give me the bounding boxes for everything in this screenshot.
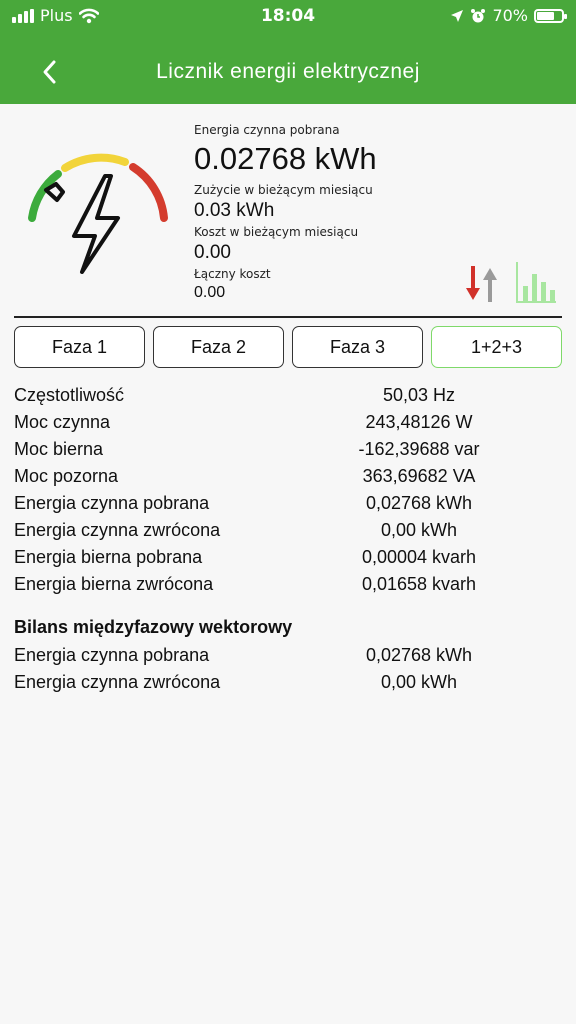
month-cost-value: 0.00	[194, 242, 231, 263]
param-value: 0,02768 kWh	[365, 493, 473, 513]
param-label: Moc pozorna	[14, 466, 119, 486]
page-title: Licznik energii elektrycznej	[156, 60, 420, 83]
param-value: 363,69682 VA	[362, 466, 476, 486]
month-cost-label: Koszt w bieżącym miesiącu	[194, 225, 359, 239]
parameters-list: Częstotliwość 50,03 Hz Moc czynna 243,4812…	[14, 382, 562, 696]
battery-fill	[537, 11, 554, 20]
status-bar: Plus 18:04 70%	[0, 0, 576, 32]
param-value: 0,02768 kWh	[365, 645, 473, 665]
param-value: 0,00 kWh	[380, 672, 458, 692]
param-row: Moc czynna 243,48126 W	[14, 409, 562, 436]
active-energy-value: 0.02768 kWh	[194, 141, 377, 176]
param-label: Energia czynna zwrócona	[14, 672, 221, 692]
divider	[14, 316, 562, 318]
param-label: Energia bierna pobrana	[14, 547, 203, 567]
month-usage-value: 0.03 kWh	[194, 200, 275, 221]
location-arrow-icon	[451, 9, 464, 22]
nav-bar: Licznik energii elektrycznej	[0, 32, 576, 104]
param-label: Energia czynna pobrana	[14, 645, 210, 665]
param-row: Moc pozorna 363,69682 VA	[14, 463, 562, 490]
param-row: Energia czynna pobrana 0,02768 kWh	[14, 490, 562, 517]
balance-row: Energia czynna zwrócona 0,00 kWh	[14, 669, 562, 696]
active-energy-label: Energia czynna pobrana	[194, 123, 340, 137]
status-right: 70%	[450, 6, 567, 25]
tab-faza-3[interactable]: Faza 3	[292, 326, 423, 368]
param-value: 0,01658 kvarh	[361, 574, 477, 594]
balance-row: Energia czynna pobrana 0,02768 kWh	[14, 642, 562, 669]
bar-chart-icon[interactable]	[514, 260, 558, 304]
param-value: 0,00 kWh	[380, 520, 458, 540]
param-label: Częstotliwość	[14, 385, 125, 405]
param-value: 50,03 Hz	[382, 385, 456, 405]
param-row: Energia czynna zwrócona 0,00 kWh	[14, 517, 562, 544]
meter-summary-card: Energia czynna pobrana 0.02768 kWh Zużyc…	[0, 104, 576, 314]
param-value: 243,48126 W	[365, 412, 473, 432]
param-label: Moc bierna	[14, 439, 104, 459]
summary-block: Energia czynna pobrana 0.02768 kWh Zużyc…	[194, 122, 454, 304]
battery-percent: 70%	[492, 6, 528, 25]
param-label: Energia czynna zwrócona	[14, 520, 221, 540]
param-row: Energia bierna zwrócona 0,01658 kvarh	[14, 571, 562, 598]
param-value: -162,39688 var	[358, 439, 480, 459]
month-usage-label: Zużycie w bieżącym miesiącu	[194, 183, 373, 197]
param-label: Moc czynna	[14, 412, 111, 432]
alarm-icon	[471, 8, 486, 22]
tab-faza-1[interactable]: Faza 1	[14, 326, 145, 368]
param-row: Energia bierna pobrana 0,00004 kvarh	[14, 544, 562, 571]
param-row: Moc bierna -162,39688 var	[14, 436, 562, 463]
energy-gauge-icon	[28, 153, 168, 274]
phase-tabs: Faza 1 Faza 2 Faza 3 1+2+3	[14, 326, 562, 368]
battery-icon	[534, 8, 567, 23]
param-label: Energia czynna pobrana	[14, 493, 210, 513]
param-row: Częstotliwość 50,03 Hz	[14, 382, 562, 409]
param-label: Energia bierna zwrócona	[14, 574, 214, 594]
total-cost-value: 0.00	[194, 284, 226, 301]
total-cost-label: Łączny koszt	[194, 267, 271, 281]
tab-faza-2[interactable]: Faza 2	[153, 326, 284, 368]
import-export-arrows-icon[interactable]	[462, 264, 502, 304]
balance-section-title: Bilans międzyfazowy wektorowy	[14, 616, 293, 637]
param-value: 0,00004 kvarh	[361, 547, 477, 567]
tab-all-phases[interactable]: 1+2+3	[431, 326, 562, 368]
